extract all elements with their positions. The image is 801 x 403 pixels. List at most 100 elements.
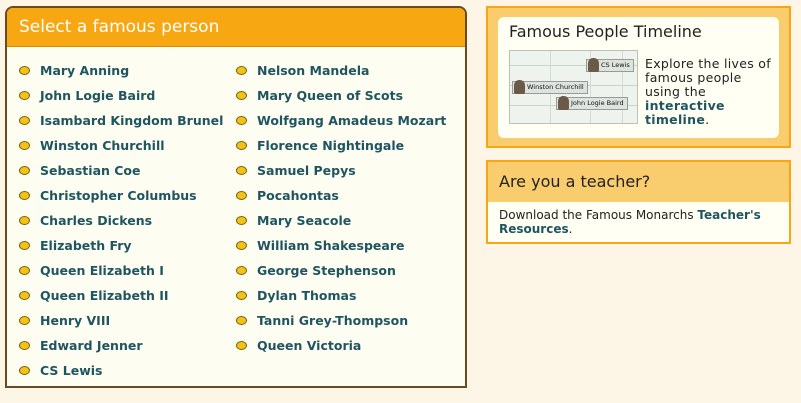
timeline-title: Famous People Timeline	[509, 22, 702, 41]
person-link[interactable]: Nelson Mandela	[236, 58, 456, 83]
timeline-promo-box: Famous People Timeline CS Lewis Winston …	[486, 6, 791, 148]
person-name: Nelson Mandela	[257, 63, 370, 78]
timeline-card-label: Winston Churchill	[527, 83, 584, 91]
timeline-card-label: CS Lewis	[601, 61, 630, 69]
person-link[interactable]: Queen Elizabeth II	[19, 283, 239, 308]
person-link[interactable]: Christopher Columbus	[19, 183, 239, 208]
person-link[interactable]: Charles Dickens	[19, 208, 239, 233]
person-name: Wolfgang Amadeus Mozart	[257, 113, 447, 128]
person-link[interactable]: Pocahontas	[236, 183, 456, 208]
bullet-icon	[236, 241, 247, 250]
person-name: Edward Jenner	[40, 338, 143, 353]
person-link[interactable]: John Logie Baird	[19, 83, 239, 108]
person-name: George Stephenson	[257, 263, 396, 278]
person-name: Mary Anning	[40, 63, 130, 78]
teacher-description: Download the Famous Monarchs Teacher's R…	[488, 202, 789, 236]
bullet-icon	[236, 66, 247, 75]
person-name: Mary Seacole	[257, 213, 352, 228]
person-link[interactable]: Sebastian Coe	[19, 158, 239, 183]
person-link[interactable]: Queen Victoria	[236, 333, 456, 358]
bullet-icon	[19, 266, 30, 275]
person-name: Christopher Columbus	[40, 188, 197, 203]
bullet-icon	[19, 216, 30, 225]
person-name: Isambard Kingdom Brunel	[40, 113, 224, 128]
person-link[interactable]: Isambard Kingdom Brunel	[19, 108, 239, 133]
bullet-icon	[236, 141, 247, 150]
person-name: Sebastian Coe	[40, 163, 141, 178]
timeline-card: Winston Churchill	[512, 80, 588, 94]
person-link[interactable]: William Shakespeare	[236, 233, 456, 258]
person-link[interactable]: Elizabeth Fry	[19, 233, 239, 258]
person-name: Dylan Thomas	[257, 288, 357, 303]
bullet-icon	[19, 141, 30, 150]
bullet-icon	[236, 341, 247, 350]
timeline-description: Explore the lives of famous people using…	[645, 57, 773, 127]
bullet-icon	[19, 66, 30, 75]
timeline-thumbnail[interactable]: CS Lewis Winston Churchill John Logie Ba…	[509, 50, 638, 124]
person-link[interactable]: Queen Elizabeth I	[19, 258, 239, 283]
person-name: Henry VIII	[40, 313, 111, 328]
people-panel-title: Select a famous person	[7, 8, 465, 47]
bullet-icon	[19, 341, 30, 350]
person-link[interactable]: Mary Anning	[19, 58, 239, 83]
portrait-icon	[514, 80, 525, 94]
portrait-icon	[558, 96, 569, 110]
person-link[interactable]: Edward Jenner	[19, 333, 239, 358]
portrait-icon	[588, 58, 599, 72]
person-name: Pocahontas	[257, 188, 339, 203]
person-link[interactable]: Florence Nightingale	[236, 133, 456, 158]
timeline-card: CS Lewis	[586, 58, 634, 72]
bullet-icon	[19, 191, 30, 200]
bullet-icon	[19, 291, 30, 300]
bullet-icon	[19, 116, 30, 125]
person-link[interactable]: Mary Seacole	[236, 208, 456, 233]
timeline-text-after: .	[705, 112, 710, 127]
teacher-title: Are you a teacher?	[488, 162, 789, 202]
person-link[interactable]: Tanni Grey-Thompson	[236, 308, 456, 333]
bullet-icon	[236, 166, 247, 175]
bullet-icon	[236, 91, 247, 100]
person-link[interactable]: CS Lewis	[19, 358, 239, 383]
teacher-text-after: .	[568, 222, 573, 236]
bullet-icon	[19, 241, 30, 250]
person-link[interactable]: George Stephenson	[236, 258, 456, 283]
person-link[interactable]: Dylan Thomas	[236, 283, 456, 308]
people-column-right: Nelson Mandela Mary Queen of Scots Wolfg…	[236, 58, 456, 358]
bullet-icon	[236, 316, 247, 325]
person-name: Winston Churchill	[40, 138, 165, 153]
person-link[interactable]: Henry VIII	[19, 308, 239, 333]
person-name: Queen Victoria	[257, 338, 362, 353]
timeline-card: John Logie Baird	[556, 96, 628, 110]
person-name: CS Lewis	[40, 363, 103, 378]
teacher-text-before: Download the Famous Monarchs	[499, 208, 698, 222]
person-link[interactable]: Mary Queen of Scots	[236, 83, 456, 108]
bullet-icon	[19, 366, 30, 375]
teacher-box: Are you a teacher? Download the Famous M…	[486, 160, 791, 244]
person-name: Queen Elizabeth I	[40, 263, 164, 278]
bullet-icon	[236, 291, 247, 300]
bullet-icon	[236, 191, 247, 200]
bullet-icon	[19, 91, 30, 100]
bullet-icon	[236, 216, 247, 225]
person-name: Elizabeth Fry	[40, 238, 132, 253]
people-column-left: Mary Anning John Logie Baird Isambard Ki…	[19, 58, 239, 383]
timeline-card-label: John Logie Baird	[571, 99, 624, 107]
interactive-timeline-link[interactable]: interactive timeline	[645, 98, 725, 127]
bullet-icon	[19, 316, 30, 325]
person-link[interactable]: Samuel Pepys	[236, 158, 456, 183]
famous-people-panel: Select a famous person Mary Anning John …	[5, 6, 467, 388]
bullet-icon	[236, 266, 247, 275]
person-link[interactable]: Winston Churchill	[19, 133, 239, 158]
timeline-promo-inner: Famous People Timeline CS Lewis Winston …	[498, 17, 779, 138]
bullet-icon	[19, 166, 30, 175]
person-name: Samuel Pepys	[257, 163, 356, 178]
timeline-text-before: Explore the lives of famous people using…	[645, 56, 771, 99]
person-name: John Logie Baird	[40, 88, 156, 103]
person-link[interactable]: Wolfgang Amadeus Mozart	[236, 108, 456, 133]
person-name: Queen Elizabeth II	[40, 288, 169, 303]
bullet-icon	[236, 116, 247, 125]
person-name: Mary Queen of Scots	[257, 88, 404, 103]
person-name: William Shakespeare	[257, 238, 405, 253]
person-name: Tanni Grey-Thompson	[257, 313, 409, 328]
person-name: Florence Nightingale	[257, 138, 405, 153]
